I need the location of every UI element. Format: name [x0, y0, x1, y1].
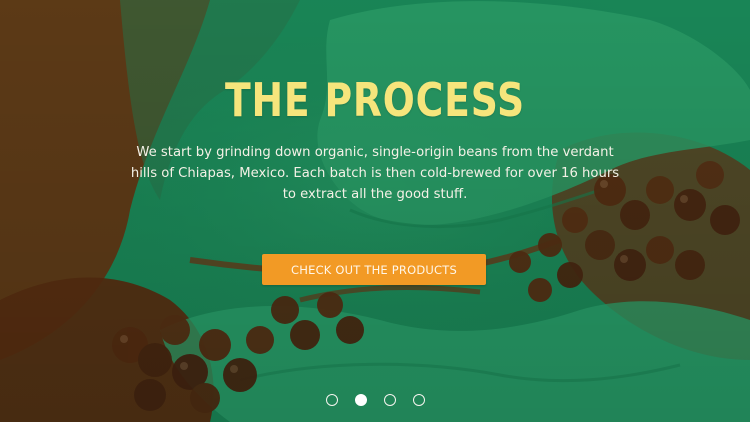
carousel-dot-2[interactable]	[354, 394, 367, 406]
hero-title: THE PROCESS	[224, 73, 526, 127]
hero-content: THE PROCESS We start by grinding down or…	[0, 0, 750, 422]
carousel-dot-4[interactable]	[412, 394, 425, 406]
hero-description: We start by grinding down organic, singl…	[130, 145, 620, 202]
hero-slide: THE PROCESS We start by grinding down or…	[0, 0, 750, 422]
carousel-pagination	[0, 393, 750, 407]
carousel-dot-3[interactable]	[383, 394, 396, 406]
carousel-dot-1[interactable]	[325, 394, 338, 406]
check-out-products-button[interactable]: CHECK OUT THE PRODUCTS	[262, 254, 486, 285]
